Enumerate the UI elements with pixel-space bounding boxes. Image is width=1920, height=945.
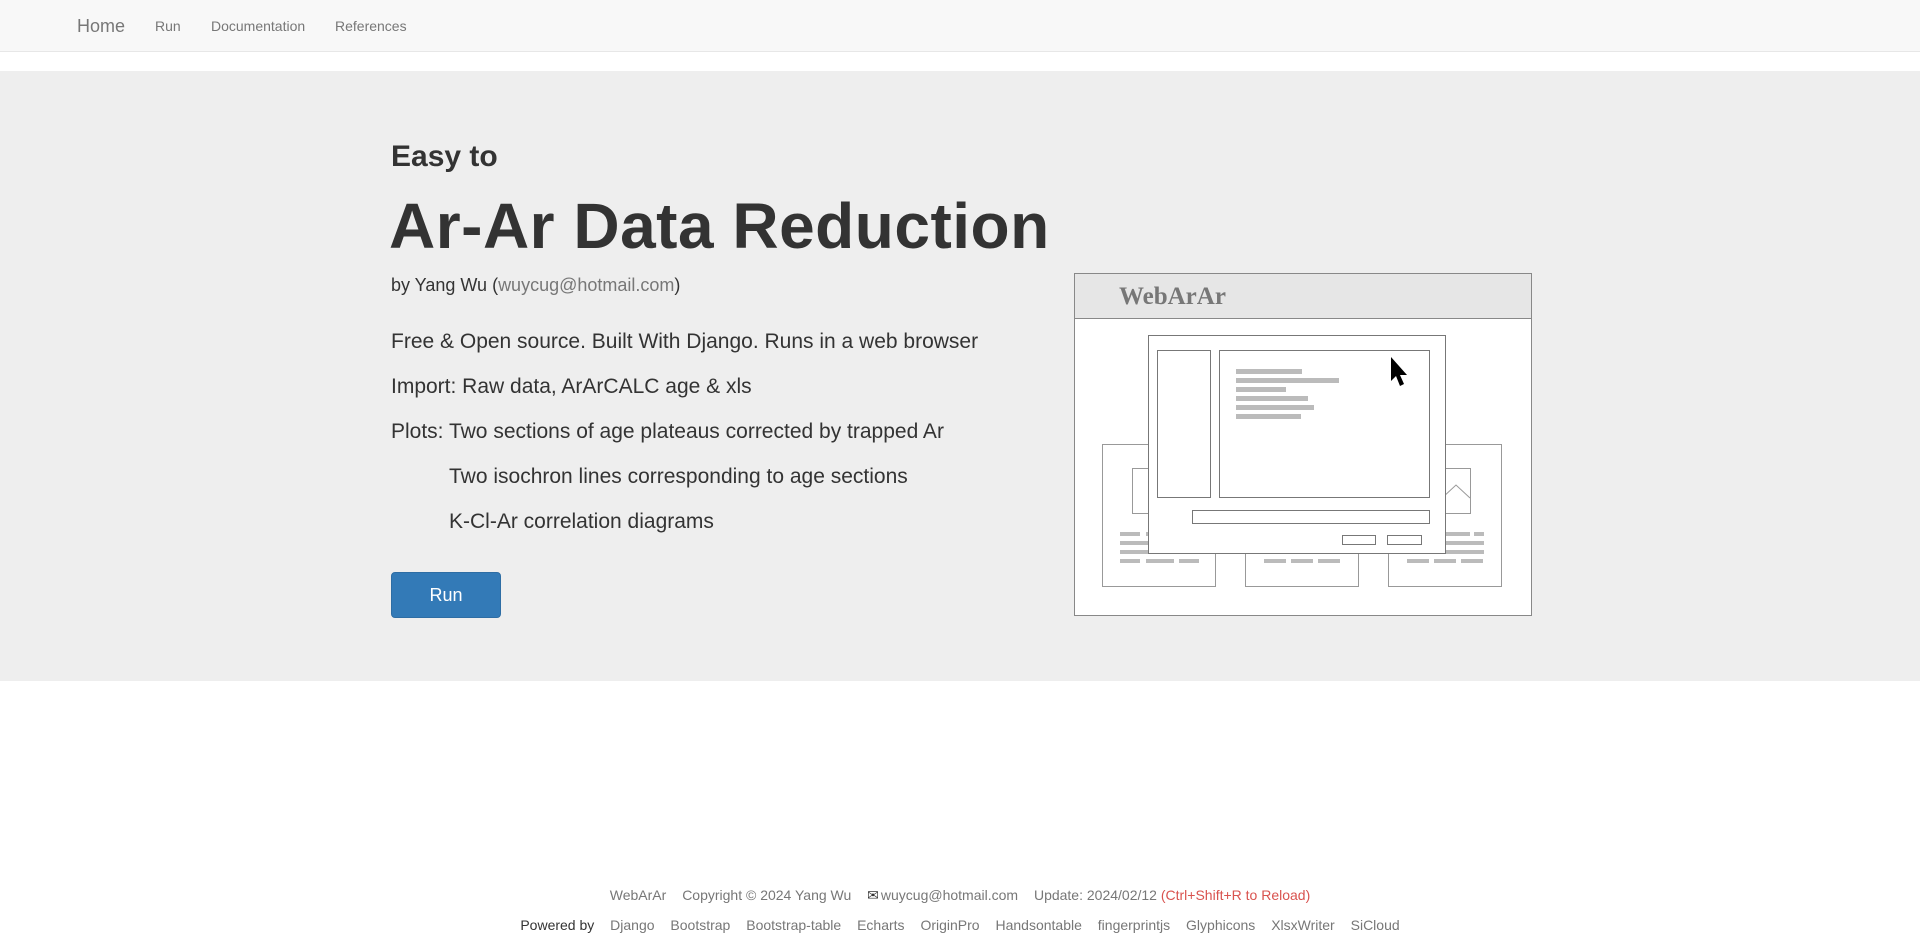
top-navbar: Home Run Documentation References	[0, 0, 1920, 52]
author-byline: by Yang Wu (wuycug@hotmail.com)	[391, 275, 680, 296]
hero-title: Ar-Ar Data Reduction	[389, 190, 1050, 262]
powered-by-label: Powered by	[520, 917, 595, 933]
footer-reload-hint: (Ctrl+Shift+R to Reload)	[1160, 887, 1311, 903]
feature-isochron: Two isochron lines corresponding to age …	[449, 465, 908, 488]
footer-info: WebArAr Copyright © 2024 Yang Wu ✉ wuycug…	[0, 887, 1920, 904]
nav-home-link[interactable]: Home	[77, 16, 125, 37]
feature-plots: Plots: Two sections of age plateaus corr…	[391, 420, 944, 443]
feature-import: Import: Raw data, ArArCALC age & xls	[391, 375, 752, 398]
nav-documentation-link[interactable]: Documentation	[211, 18, 305, 34]
footer-link-handsontable[interactable]: Handsontable	[995, 917, 1081, 933]
run-button[interactable]: Run	[391, 572, 501, 618]
feature-correlation: K-Cl-Ar correlation diagrams	[449, 510, 714, 533]
footer-link-django[interactable]: Django	[610, 917, 654, 933]
nav-references-link[interactable]: References	[335, 18, 407, 34]
footer-email[interactable]: wuycug@hotmail.com	[881, 887, 1018, 903]
byline-prefix: by Yang Wu (	[391, 275, 499, 295]
envelope-icon: ✉	[867, 887, 879, 903]
footer-link-echarts[interactable]: Echarts	[857, 917, 904, 933]
footer-link-glyphicons[interactable]: Glyphicons	[1186, 917, 1255, 933]
byline-suffix: )	[674, 275, 681, 295]
hero-section: Easy to Ar-Ar Data Reduction by Yang Wu …	[0, 71, 1920, 681]
footer-link-xlsxwriter[interactable]: XlsxWriter	[1271, 917, 1335, 933]
hero-subtitle: Easy to	[391, 140, 498, 173]
illustration-window-title: WebArAr	[1119, 283, 1226, 310]
footer-update-date: Update: 2024/02/12	[1033, 887, 1157, 903]
footer-link-bootstrap[interactable]: Bootstrap	[670, 917, 730, 933]
author-email-link[interactable]: wuycug@hotmail.com	[498, 275, 674, 295]
footer-copyright: Copyright © 2024 Yang Wu	[682, 887, 852, 903]
footer-powered-by: Powered by Django Bootstrap Bootstrap-ta…	[0, 917, 1920, 933]
footer-link-sicloud[interactable]: SiCloud	[1351, 917, 1400, 933]
footer-link-fingerprintjs[interactable]: fingerprintjs	[1098, 917, 1170, 933]
feature-open-source: Free & Open source. Built With Django. R…	[391, 330, 979, 353]
footer-link-bootstrap-table[interactable]: Bootstrap-table	[746, 917, 841, 933]
footer-link-originpro[interactable]: OriginPro	[920, 917, 979, 933]
footer-app-name: WebArAr	[609, 887, 667, 903]
card-middle-lines	[1264, 559, 1340, 563]
nav-run-link[interactable]: Run	[155, 18, 181, 34]
webarar-illustration: WebArAr	[1074, 273, 1532, 616]
